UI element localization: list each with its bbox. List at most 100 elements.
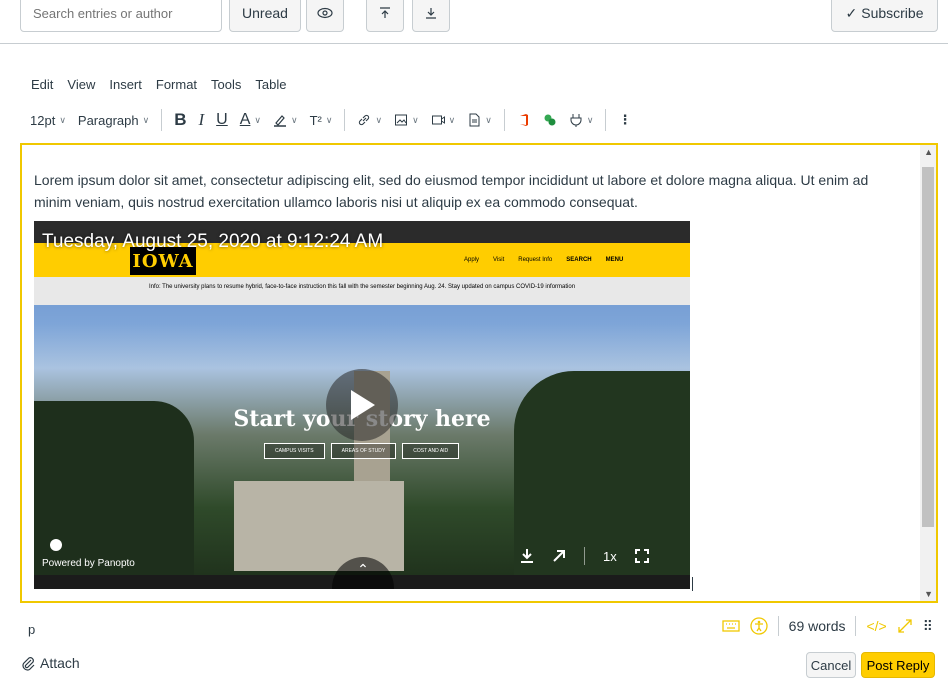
media-button[interactable]: ∨: [425, 106, 462, 134]
image-icon: [395, 114, 408, 126]
play-icon: [351, 390, 375, 420]
chevron-down-icon: ∨: [142, 114, 150, 125]
menu-table[interactable]: Table: [255, 77, 286, 92]
post-reply-button[interactable]: Post Reply: [861, 652, 935, 678]
text-cursor: [692, 577, 693, 591]
open-external-icon[interactable]: [552, 549, 566, 563]
rich-text-editor[interactable]: Lorem ipsum dolor sit amet, consectetur …: [20, 143, 938, 603]
nav-apply: Apply: [464, 257, 480, 263]
search-input[interactable]: [20, 0, 222, 32]
underline-button[interactable]: U: [210, 106, 234, 134]
superscript-icon: T²: [309, 112, 322, 128]
subscribe-button[interactable]: ✓ Subscribe: [831, 0, 938, 32]
pause-icon[interactable]: [50, 539, 62, 551]
download-icon[interactable]: [520, 548, 534, 564]
menu-format[interactable]: Format: [156, 77, 197, 92]
scroll-down-icon[interactable]: ▼: [924, 589, 933, 599]
document-icon: [469, 113, 480, 127]
unread-filter-button[interactable]: Unread: [229, 0, 301, 32]
highlight-button[interactable]: ∨: [267, 106, 304, 134]
expand-button[interactable]: [412, 0, 450, 32]
editor-scrollbar[interactable]: ▲ ▼: [920, 145, 936, 601]
office365-button[interactable]: [511, 106, 537, 134]
fullscreen-icon[interactable]: [634, 549, 649, 563]
scroll-up-icon[interactable]: ▲: [924, 147, 933, 157]
attach-button[interactable]: Attach: [20, 655, 80, 671]
formatting-toolbar: 12pt ∨ Paragraph ∨ B I U A ∨ ∨ T² ∨ ∨ ∨ ∨ ∨ …: [24, 106, 637, 134]
arrow-down-icon: [426, 8, 436, 19]
superscript-button[interactable]: T² ∨: [304, 106, 339, 134]
text-color-icon: A: [239, 111, 251, 128]
chevron-down-icon: ∨: [485, 114, 492, 125]
play-button[interactable]: [326, 369, 398, 441]
nav-visit: Visit: [493, 257, 505, 263]
capitol-building: [234, 481, 404, 571]
document-button[interactable]: ∨: [461, 106, 498, 134]
chevron-down-icon: ∨: [325, 114, 333, 125]
chevron-down-icon: ∨: [375, 114, 383, 125]
status-divider: [777, 616, 779, 636]
menu-edit[interactable]: Edit: [31, 77, 53, 92]
block-format-value: Paragraph: [77, 112, 139, 128]
menu-view[interactable]: View: [67, 77, 95, 92]
chevron-down-icon: ∨: [448, 114, 456, 125]
cancel-button[interactable]: Cancel: [806, 652, 856, 678]
hero-buttons: CAMPUS VISITS AREAS OF STUDY COST AND AI…: [264, 443, 460, 459]
media-icon: [431, 115, 445, 125]
info-banner: Info: The university plans to resume hyb…: [34, 277, 690, 305]
paperclip-icon: [22, 657, 35, 671]
more-vertical-icon: ⋮: [618, 112, 632, 127]
editor-paragraph[interactable]: Lorem ipsum dolor sit amet, consectetur …: [34, 169, 904, 213]
toolbar-divider: [344, 109, 346, 131]
menu-insert[interactable]: Insert: [109, 77, 142, 92]
element-path[interactable]: p: [28, 622, 35, 637]
nav-menu: MENU: [605, 257, 624, 263]
html-editor-icon[interactable]: </>: [866, 618, 886, 634]
google-drive-button[interactable]: [537, 106, 563, 134]
word-count: 69 words: [788, 618, 846, 634]
more-button[interactable]: ⋮: [612, 106, 637, 134]
toolbar-divider: [161, 109, 163, 131]
hero-button: CAMPUS VISITS: [264, 443, 325, 459]
editor-menubar: Edit View Insert Format Tools Table: [31, 77, 286, 92]
site-nav: Apply Visit Request Info SEARCH MENU: [464, 257, 623, 263]
editor-statusbar: p 69 words </> ⠿: [20, 604, 938, 644]
accessibility-icon[interactable]: [750, 617, 768, 635]
attach-label: Attach: [40, 655, 80, 671]
video-controls: 1x: [520, 547, 649, 565]
recycle-icon: [544, 114, 556, 126]
chevron-down-icon: ∨: [291, 114, 298, 125]
arrow-up-icon: [380, 7, 390, 18]
link-icon: [359, 114, 370, 126]
toolbar-divider: [503, 109, 505, 131]
chevron-down-icon: ∨: [59, 114, 66, 125]
resize-handle-icon[interactable]: ⠿: [923, 618, 933, 635]
video-timestamp: Tuesday, August 25, 2020 at 9:12:24 AM: [42, 231, 384, 252]
scroll-thumb[interactable]: [922, 167, 934, 527]
menu-tools[interactable]: Tools: [211, 77, 241, 92]
font-size-select[interactable]: 12pt ∨: [24, 106, 72, 134]
chevron-down-icon: ∨: [412, 114, 419, 125]
embedded-video[interactable]: IOWA Apply Visit Request Info SEARCH MEN…: [34, 221, 690, 589]
powered-by-label: Powered by Panopto: [42, 558, 135, 569]
subscribe-label: Subscribe: [861, 5, 924, 21]
image-button[interactable]: ∨: [388, 106, 425, 134]
toolbar-divider: [605, 109, 607, 131]
collapse-button[interactable]: [366, 0, 404, 32]
text-color-button[interactable]: A ∨: [234, 106, 267, 134]
hero-button: COST AND AID: [402, 443, 460, 459]
fullscreen-expand-icon[interactable]: [897, 618, 913, 634]
apps-button[interactable]: ∨: [563, 106, 600, 134]
nav-search: SEARCH: [566, 257, 592, 263]
block-format-select[interactable]: Paragraph ∨: [72, 106, 155, 134]
italic-button[interactable]: I: [193, 106, 211, 134]
keyboard-icon[interactable]: [722, 619, 740, 633]
bold-button[interactable]: B: [168, 106, 192, 134]
highlighter-icon: [274, 115, 286, 127]
nav-request-info: Request Info: [518, 257, 553, 263]
font-size-value: 12pt: [30, 112, 56, 128]
status-tools: 69 words </> ⠿: [722, 616, 933, 636]
mark-read-button[interactable]: [306, 0, 344, 32]
playback-speed[interactable]: 1x: [603, 549, 617, 564]
link-button[interactable]: ∨: [351, 106, 388, 134]
